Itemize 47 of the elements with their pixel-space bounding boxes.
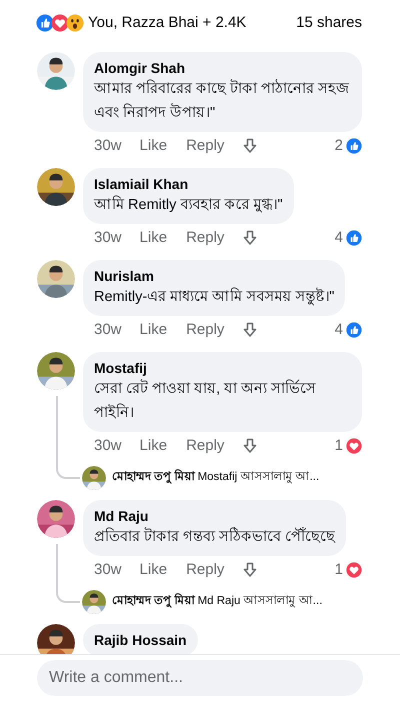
- comment-text: প্রতিবার টাকার গন্তব্য সঠিকভাবে পৌঁছেছে: [94, 526, 336, 547]
- reply-button[interactable]: Reply: [186, 434, 224, 458]
- comment-time: 30w: [94, 228, 122, 248]
- reaction-count: 1: [334, 436, 343, 456]
- comment-text: আমি Remitly ব্যবহার করে মুগ্ধ।": [94, 194, 283, 215]
- reply-button[interactable]: Reply: [186, 318, 224, 342]
- like-button[interactable]: Like: [140, 434, 168, 458]
- comment-text: Remitly-এর মাধ্যমে আমি সবসময় সন্তুষ্ট।": [94, 286, 334, 308]
- downvote-arrow-icon[interactable]: [242, 230, 258, 246]
- comment-text: সেরা রেট পাওয়া যায়, যা অন্য সার্ভিসে পাইনি।: [94, 378, 318, 423]
- reaction-count: 2: [334, 136, 343, 156]
- like-button[interactable]: Like: [140, 226, 168, 250]
- comment-text: আমার পরিবারের কাছে টাকা পাঠানোর সহজ এবং নিরাপদ উপায়।": [94, 78, 350, 123]
- surprised-emoji-icon: [66, 14, 84, 32]
- like-button[interactable]: Like: [140, 134, 168, 158]
- comment-time: 30w: [94, 320, 122, 340]
- reply-preview[interactable]: মোহাম্মদ তপু মিয়া Mostafij আসসালামু আ...: [112, 469, 320, 487]
- downvote-arrow-icon[interactable]: [242, 322, 258, 338]
- commenter-name[interactable]: Nurislam: [94, 267, 334, 285]
- like-button[interactable]: Like: [140, 318, 168, 342]
- reactions-summary[interactable]: You, Razza Bhai + 2.4K: [88, 12, 246, 34]
- commenter-name[interactable]: Islamiail Khan: [94, 175, 283, 193]
- reaction-count: 4: [334, 228, 343, 248]
- like-icon: [346, 230, 362, 246]
- comment-input-field[interactable]: Write a comment...: [37, 660, 363, 696]
- reaction-count: 4: [334, 320, 343, 340]
- commenter-name[interactable]: Alomgir Shah: [94, 59, 351, 77]
- downvote-arrow-icon[interactable]: [242, 562, 258, 578]
- like-icon: [346, 138, 362, 154]
- like-icon: [36, 14, 54, 32]
- reply-button[interactable]: Reply: [186, 558, 224, 582]
- shares-count[interactable]: 15 shares: [296, 12, 362, 34]
- comment-time: 30w: [94, 560, 122, 580]
- commenter-name[interactable]: Mostafij: [94, 359, 351, 377]
- comment-time: 30w: [94, 136, 122, 156]
- reply-button[interactable]: Reply: [186, 134, 224, 158]
- thread-line: [56, 544, 80, 603]
- downvote-arrow-icon[interactable]: [242, 138, 258, 154]
- comment-time: 30w: [94, 436, 122, 456]
- reply-button[interactable]: Reply: [186, 226, 224, 250]
- reaction-count: 1: [334, 560, 343, 580]
- like-button[interactable]: Like: [140, 558, 168, 582]
- commenter-name[interactable]: Rajib Hossain: [94, 631, 187, 649]
- commenter-name[interactable]: Md Raju: [94, 507, 336, 525]
- reply-preview[interactable]: মোহাম্মদ তপু মিয়া Md Raju আসসালামু আ...: [112, 593, 322, 611]
- like-icon: [346, 322, 362, 338]
- downvote-arrow-icon[interactable]: [242, 438, 258, 454]
